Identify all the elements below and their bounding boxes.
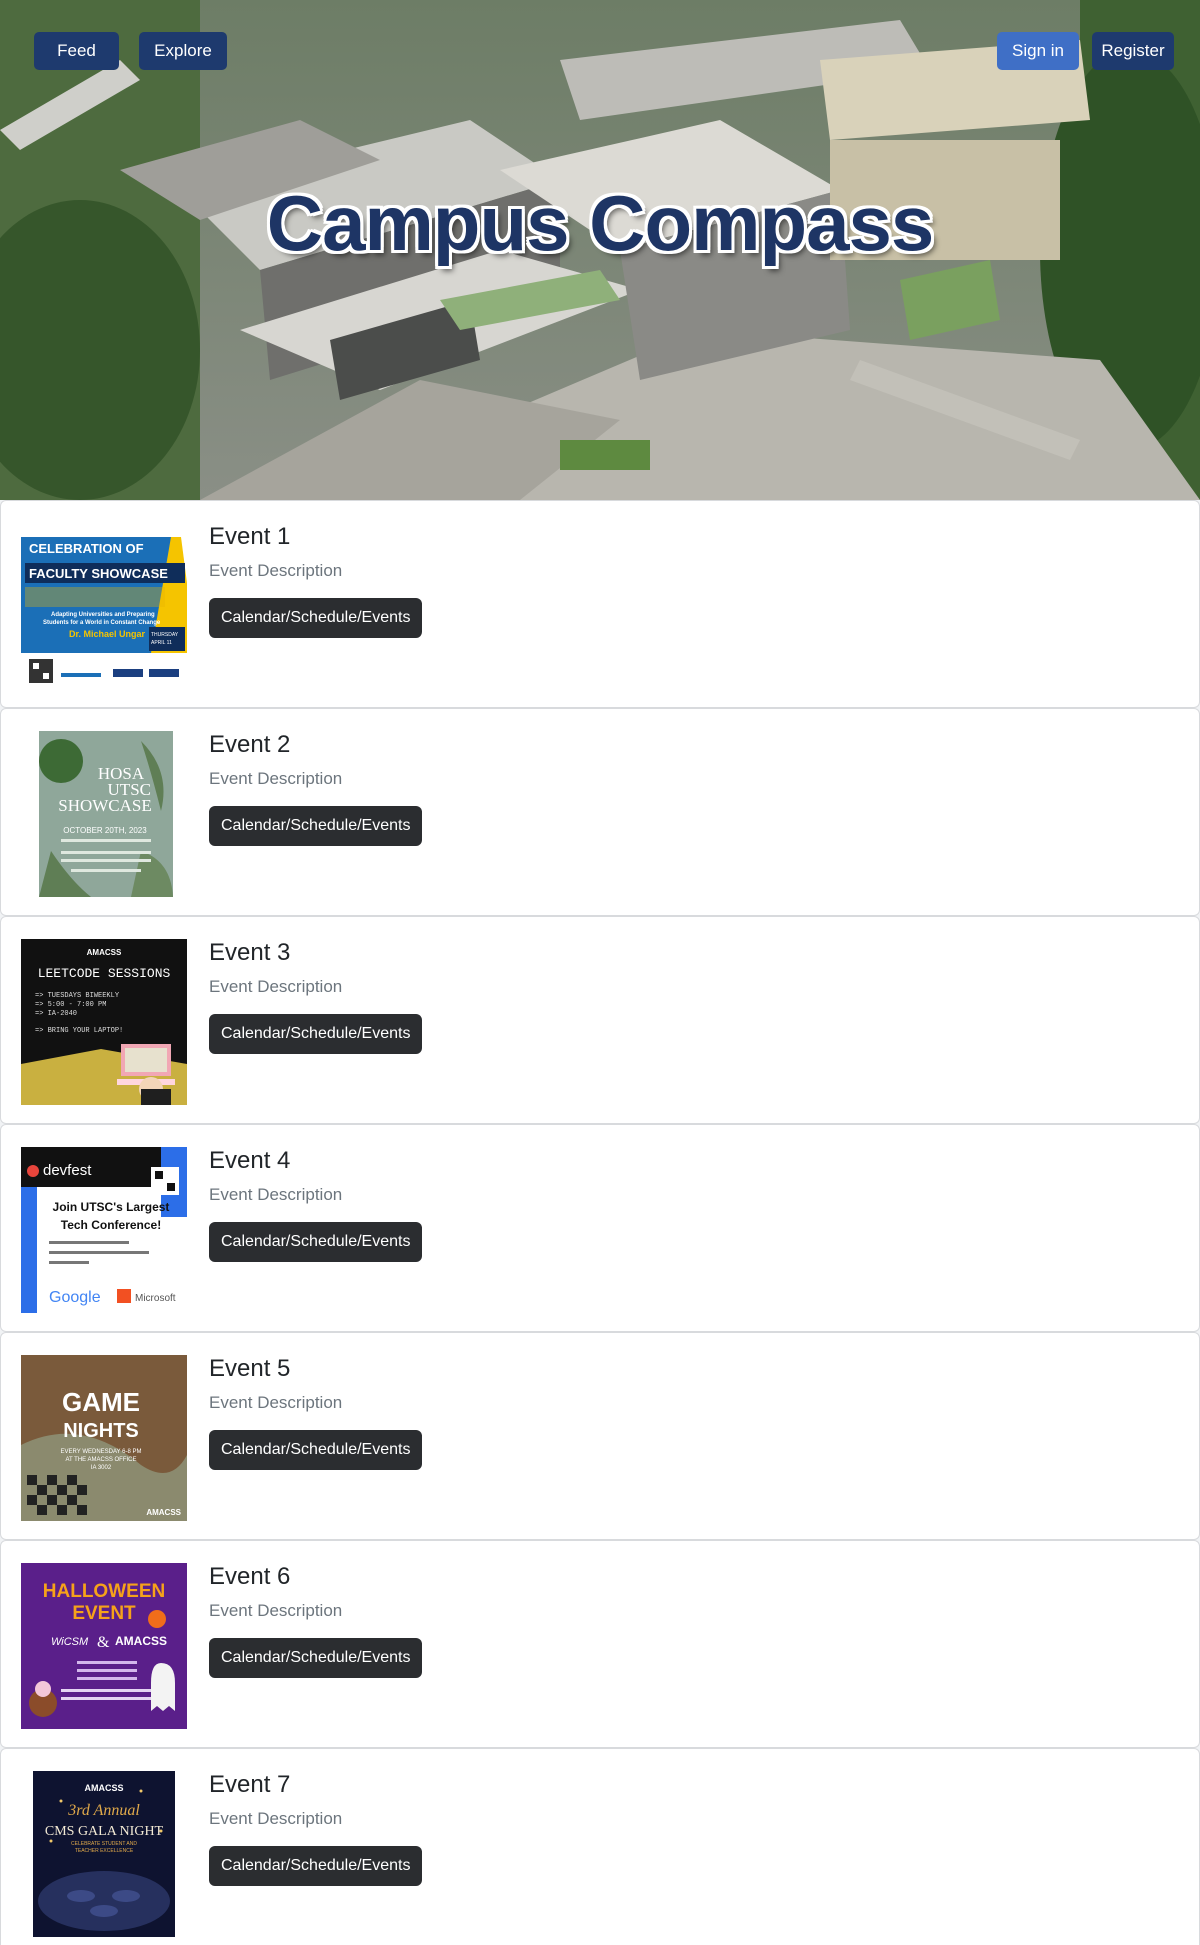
calendar-schedule-events-button[interactable]: Calendar/Schedule/Events [209,1222,423,1262]
poster-text: CMS GALA NIGHT [45,1824,164,1839]
event-description: Event Description [209,977,343,996]
calendar-schedule-events-button[interactable]: Calendar/Schedule/Events [209,1430,423,1470]
event-description: Event Description [209,561,343,580]
poster-text: FACULTY SHOWCASE [29,566,168,581]
explore-nav-button[interactable]: Explore [139,32,227,70]
event-title: Event 5 [209,1355,291,1382]
event-card[interactable]: HOSA UTSC SHOWCASE OCTOBER 20TH, 2023 Ev… [0,708,1200,916]
poster-text: SHOWCASE [58,796,152,815]
event-poster-image[interactable]: HALLOWEEN EVENT WiCSM & AMACSS [21,1563,187,1729]
poster-text: devfest [43,1162,92,1179]
calendar-schedule-events-button[interactable]: Calendar/Schedule/Events [209,806,423,846]
poster-text: AMACSS [115,1634,167,1648]
poster-text: Students for a World in Constant Change [43,620,161,626]
poster-text: WiCSM [51,1636,89,1648]
poster-text: Microsoft [135,1293,176,1304]
event-card[interactable]: devfest Join UTSC's Largest Tech Confere… [0,1124,1200,1332]
calendar-schedule-events-button[interactable]: Calendar/Schedule/Events [209,1846,423,1886]
event-poster-image[interactable]: CELEBRATION OF FACULTY SHOWCASE Adapting… [21,523,187,689]
calendar-schedule-events-button[interactable]: Calendar/Schedule/Events [209,1014,423,1054]
poster-text: AT THE AMACSS OFFICE [65,1457,136,1463]
feed-nav-button[interactable]: Feed [34,32,119,70]
event-card[interactable]: AMACSS 3rd Annual CMS GALA NIGHT CELEBRA… [0,1748,1200,1945]
event-poster-image[interactable]: devfest Join UTSC's Largest Tech Confere… [21,1147,187,1313]
poster-text: HALLOWEEN [43,1581,165,1602]
calendar-schedule-events-button[interactable]: Calendar/Schedule/Events [209,598,423,638]
hosa-showcase-poster: HOSA UTSC SHOWCASE OCTOBER 20TH, 2023 [21,731,187,897]
poster-text: AMACSS [87,948,122,957]
event-card[interactable]: HALLOWEEN EVENT WiCSM & AMACSS Event 6 E… [0,1540,1200,1748]
event-poster-image[interactable]: GAME NIGHTS EVERY WEDNESDAY 6-8 PM AT TH… [21,1355,187,1521]
event-title: Event 3 [209,939,291,966]
event-title: Event 4 [209,1147,291,1174]
poster-text: AMACSS [84,1783,123,1793]
page-title: Campus Compass [266,179,935,267]
poster-text: APRIL 11 [151,640,172,646]
poster-text: Tech Conference! [61,1218,161,1232]
poster-text: Google [49,1289,101,1306]
event-list: CELEBRATION OF FACULTY SHOWCASE Adapting… [0,500,1200,1945]
poster-text: CELEBRATION OF [29,541,144,556]
devfest-poster: devfest Join UTSC's Largest Tech Confere… [21,1147,187,1313]
sign-in-button[interactable]: Sign in [997,32,1079,70]
poster-text: IA 3002 [91,1465,112,1471]
poster-text: => BRING YOUR LAPTOP! [35,1027,123,1035]
register-button[interactable]: Register [1092,32,1174,70]
event-card[interactable]: GAME NIGHTS EVERY WEDNESDAY 6-8 PM AT TH… [0,1332,1200,1540]
calendar-schedule-events-button[interactable]: Calendar/Schedule/Events [209,1638,423,1678]
game-nights-poster: GAME NIGHTS EVERY WEDNESDAY 6-8 PM AT TH… [21,1355,187,1521]
event-card[interactable]: CELEBRATION OF FACULTY SHOWCASE Adapting… [0,500,1200,708]
poster-text: 3rd Annual [67,1802,140,1819]
poster-text: CELEBRATE STUDENT AND [71,1841,137,1847]
poster-text: => IA-2040 [35,1010,77,1018]
event-description: Event Description [209,1809,343,1828]
event-poster-image[interactable]: HOSA UTSC SHOWCASE OCTOBER 20TH, 2023 [21,731,187,897]
poster-text: AMACSS [146,1508,181,1517]
event-title: Event 7 [209,1771,291,1798]
event-description: Event Description [209,769,343,788]
event-description: Event Description [209,1393,343,1412]
halloween-event-poster: HALLOWEEN EVENT WiCSM & AMACSS [21,1563,187,1729]
poster-text: LEETCODE SESSIONS [38,966,171,981]
event-title: Event 1 [209,523,291,550]
poster-text: THURSDAY [151,632,179,638]
poster-text: => 5:00 - 7:00 PM [35,1001,106,1009]
event-card[interactable]: AMACSS LEETCODE SESSIONS => TUESDAYS BIW… [0,916,1200,1124]
poster-text: Dr. Michael Ungar [69,629,146,639]
poster-text: OCTOBER 20TH, 2023 [63,826,147,835]
poster-text: Join UTSC's Largest [53,1200,170,1214]
poster-text: EVERY WEDNESDAY 6-8 PM [61,1449,142,1455]
event-description: Event Description [209,1185,343,1204]
leetcode-sessions-poster: AMACSS LEETCODE SESSIONS => TUESDAYS BIW… [21,939,187,1105]
poster-text: NIGHTS [63,1420,139,1442]
event-title: Event 2 [209,731,291,758]
poster-text: & [97,1634,110,1651]
faculty-showcase-poster: CELEBRATION OF FACULTY SHOWCASE Adapting… [21,523,187,689]
poster-text: TEACHER EXCELLENCE [75,1848,134,1854]
poster-text: EVENT [72,1603,136,1624]
cms-gala-night-poster: AMACSS 3rd Annual CMS GALA NIGHT CELEBRA… [21,1771,187,1937]
poster-text: GAME [62,1387,140,1417]
event-poster-image[interactable]: AMACSS 3rd Annual CMS GALA NIGHT CELEBRA… [21,1771,187,1937]
event-poster-image[interactable]: AMACSS LEETCODE SESSIONS => TUESDAYS BIW… [21,939,187,1105]
event-title: Event 6 [209,1563,291,1590]
poster-text: Adapting Universities and Preparing [51,612,155,618]
hero-banner: Feed Explore Sign in Register Campus Com… [0,0,1200,500]
event-description: Event Description [209,1601,343,1620]
poster-text: => TUESDAYS BIWEEKLY [35,992,120,1000]
